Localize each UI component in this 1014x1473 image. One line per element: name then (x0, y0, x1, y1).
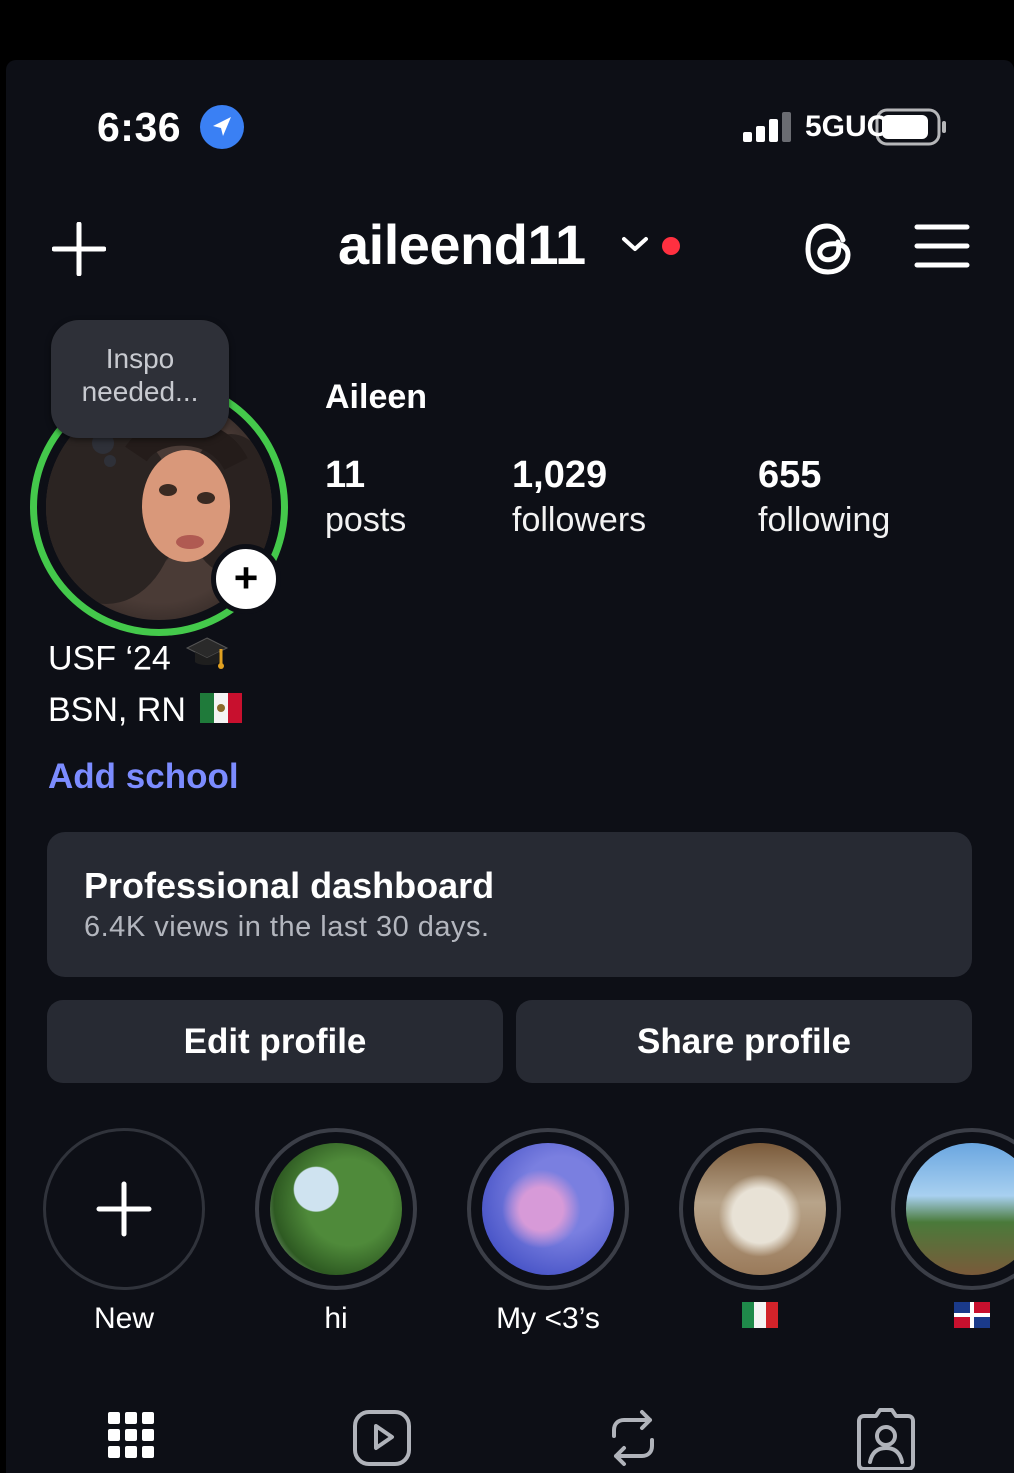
highlight-my-3s[interactable]: My <3’s (465, 1128, 631, 1336)
edit-profile-button[interactable]: Edit profile (47, 1000, 503, 1083)
cellular-signal-icon (743, 112, 791, 142)
highlight-new-circle (43, 1128, 205, 1290)
followers-label: followers (512, 501, 647, 539)
battery-icon (875, 108, 946, 146)
dominican-republic-flag-icon (889, 1302, 1014, 1336)
reposts-icon[interactable] (606, 1406, 660, 1470)
bio-line-1: USF ‘24 (48, 634, 242, 687)
mexico-flag-icon (199, 689, 242, 736)
tagged-icon[interactable] (856, 1406, 916, 1470)
reels-icon[interactable] (352, 1406, 412, 1466)
highlight-circle (255, 1128, 417, 1290)
highlight-hi[interactable]: hi (253, 1128, 419, 1336)
plus-icon (96, 1181, 152, 1237)
note-bubble[interactable]: Inspo needed... (51, 320, 229, 438)
location-arrow-icon (200, 105, 244, 149)
create-plus-icon[interactable] (52, 222, 106, 276)
italy-flag-icon (677, 1302, 843, 1336)
following-stat[interactable]: 655 following (758, 453, 890, 543)
highlight-circle (679, 1128, 841, 1290)
highlight-cover (694, 1143, 826, 1275)
bio-line-2-text: BSN, RN (48, 691, 186, 729)
highlight-label: New (93, 1302, 154, 1335)
dashboard-title: Professional dashboard (84, 865, 495, 906)
following-label: following (758, 501, 891, 539)
highlight-circle (891, 1128, 1014, 1290)
bio: USF ‘24 BSN, RN (48, 634, 242, 736)
grid-icon[interactable] (106, 1406, 156, 1466)
posts-stat[interactable]: 11 posts (325, 453, 406, 543)
professional-dashboard-card[interactable]: Professional dashboard 6.4K views in the… (47, 832, 972, 977)
highlight-dominican-republic[interactable] (889, 1128, 1014, 1336)
highlight-label: My <3’s (496, 1302, 600, 1335)
threads-icon[interactable] (800, 220, 858, 278)
highlight-label: hi (324, 1302, 348, 1335)
following-count: 655 (758, 454, 822, 496)
add-story-button[interactable]: + (211, 544, 281, 614)
notification-dot (662, 237, 680, 255)
chevron-down-icon[interactable] (620, 234, 650, 254)
add-school-link[interactable]: Add school (48, 757, 239, 797)
highlight-cover (906, 1143, 1014, 1275)
highlight-circle (467, 1128, 629, 1290)
followers-count: 1,029 (512, 454, 608, 496)
note-bubble-tail-small (104, 455, 116, 467)
highlight-italy[interactable] (677, 1128, 843, 1336)
followers-stat[interactable]: 1,029 followers (512, 453, 646, 543)
highlight-new[interactable]: New (41, 1128, 207, 1336)
bio-line-2: BSN, RN (48, 687, 242, 736)
hamburger-menu-icon[interactable] (914, 223, 970, 269)
highlight-cover (482, 1143, 614, 1275)
username-title[interactable]: aileend11 (338, 212, 586, 277)
status-time: 6:36 (97, 104, 182, 150)
share-profile-button[interactable]: Share profile (516, 1000, 972, 1083)
dashboard-subtitle: 6.4K views in the last 30 days. (84, 911, 490, 943)
profile-screen: 6:36 5GUC aileend11 + Inspo needed... Ai… (6, 60, 1014, 1473)
posts-count: 11 (325, 454, 366, 496)
bio-line-1-text: USF ‘24 (48, 639, 171, 678)
graduation-cap-icon (185, 634, 229, 687)
highlight-cover (270, 1143, 402, 1275)
posts-label: posts (325, 501, 407, 539)
profile-name: Aileen (325, 378, 428, 416)
